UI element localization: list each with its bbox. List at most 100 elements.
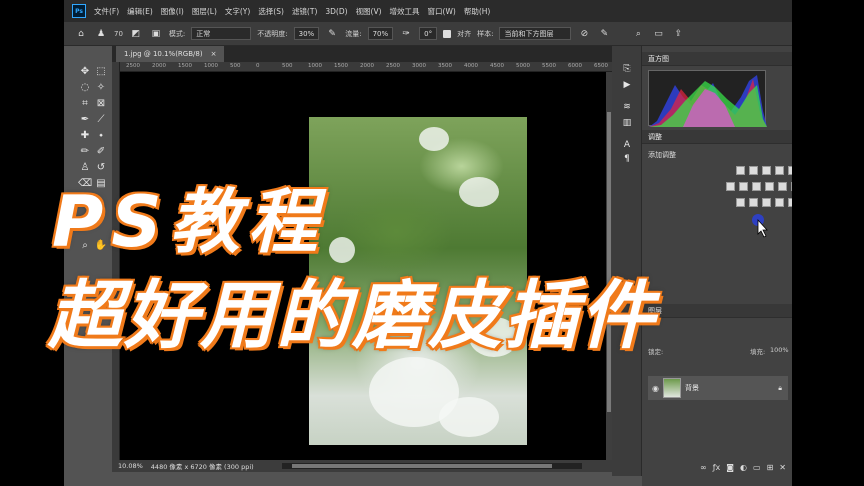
hand-tool-icon[interactable]: ✋ [94, 238, 108, 252]
canvas-area[interactable] [120, 72, 606, 460]
menu-select[interactable]: 选择(S) [258, 6, 284, 17]
menu-view[interactable]: 视图(V) [356, 6, 382, 17]
zoom-tool-icon[interactable]: ⌕ [78, 238, 92, 252]
menu-layer[interactable]: 图层(L) [192, 6, 217, 17]
histogram-panel-tab[interactable]: 直方图 [642, 52, 792, 66]
vertical-scroll-thumb[interactable] [607, 112, 611, 412]
pressure-opacity-icon[interactable]: ✎ [325, 27, 339, 41]
play-actions-icon[interactable]: ▶ [620, 78, 634, 92]
fill-input[interactable]: 100% [770, 346, 789, 354]
workspace-icon[interactable]: ▭ [651, 27, 665, 41]
ruler-tick: 5000 [516, 63, 530, 69]
brush-presets-icon[interactable]: ≋ [620, 100, 634, 114]
lock-icon[interactable]: 🔒︎ [778, 384, 782, 393]
channel-mixer-icon[interactable] [778, 182, 787, 191]
eyedropper-icon[interactable]: ✒ [78, 112, 92, 126]
ruler-tick: 4500 [490, 63, 504, 69]
new-layer-icon[interactable]: ⊞ [767, 463, 774, 472]
photoshop-logo[interactable]: Ps [72, 4, 86, 18]
trash-icon[interactable]: ✕ [779, 463, 786, 472]
levels-icon[interactable] [749, 166, 758, 175]
layers-panel-tab[interactable]: 图层 [642, 304, 792, 318]
document-tab[interactable]: 1.jpg @ 10.1%(RGB/8) × [116, 46, 225, 62]
brush-size[interactable]: 70 [114, 30, 123, 38]
menu-edit[interactable]: 编辑(E) [127, 6, 153, 17]
flow-input[interactable]: 70% [367, 27, 394, 40]
menu-file[interactable]: 文件(F) [94, 6, 119, 17]
history-icon[interactable]: ⎘ [620, 62, 634, 76]
crop-tool-icon[interactable]: ⌗ [78, 96, 92, 110]
hue-saturation-icon[interactable] [726, 182, 735, 191]
close-icon[interactable]: × [211, 50, 217, 58]
clone-source-icon[interactable]: ▣ [149, 27, 163, 41]
layer-style-icon[interactable]: ƒx [713, 463, 721, 472]
layer-mask-icon[interactable]: ◙ [726, 463, 734, 472]
exposure-icon[interactable] [775, 166, 784, 175]
document-photo[interactable] [309, 117, 527, 445]
lasso-tool-icon[interactable]: ◌ [78, 80, 92, 94]
brush-settings-icon[interactable]: ◩ [129, 27, 143, 41]
opacity-input[interactable]: 30% [293, 27, 320, 40]
menu-bar: Ps 文件(F) 编辑(E) 图像(I) 图层(L) 文字(Y) 选择(S) 滤… [64, 0, 792, 22]
align-checkbox[interactable] [443, 29, 452, 38]
black-white-icon[interactable] [752, 182, 761, 191]
eraser-icon[interactable]: ⌫ [78, 176, 92, 190]
right-panels: 直方图 调整 添加调整 图层 锁定: 填充: 100% ◉ 背景 🔒︎ ∞ ƒx… [642, 46, 792, 486]
menu-filter[interactable]: 滤镜(T) [292, 6, 317, 17]
ignore-adjustment-icon[interactable]: ⊘ [577, 27, 591, 41]
brush-tool-icon[interactable]: ✏ [78, 144, 92, 158]
photoshop-window: Ps 文件(F) 编辑(E) 图像(I) 图层(L) 文字(Y) 选择(S) 滤… [64, 0, 792, 486]
photo-blossom [419, 127, 449, 151]
link-layers-icon[interactable]: ∞ [700, 463, 707, 472]
gradient-map-icon[interactable] [788, 198, 792, 207]
frame-tool-icon[interactable]: ⊠ [94, 96, 108, 110]
menu-image[interactable]: 图像(I) [161, 6, 184, 17]
group-icon[interactable]: ▭ [753, 463, 761, 472]
eye-icon[interactable]: ◉ [652, 384, 659, 393]
posterize-icon[interactable] [749, 198, 758, 207]
home-icon[interactable]: ⌂ [74, 27, 88, 41]
healing-brush-icon[interactable]: ✚ [78, 128, 92, 142]
character-icon[interactable]: A [620, 138, 634, 152]
threshold-icon[interactable] [762, 198, 771, 207]
menu-type[interactable]: 文字(Y) [225, 6, 250, 17]
horizontal-scroll-thumb[interactable] [292, 464, 552, 468]
magic-wand-icon[interactable]: ✧ [94, 80, 108, 94]
angle-input[interactable]: 0° [419, 27, 438, 40]
history-brush-icon[interactable]: ↺ [94, 160, 108, 174]
move-tool-icon[interactable]: ✥ [78, 64, 92, 78]
clone-stamp-icon[interactable]: ♙ [78, 160, 92, 174]
stamp-tool-icon[interactable]: ♟ [94, 27, 108, 41]
adjustment-layer-icon[interactable]: ◐ [740, 463, 747, 472]
status-bar: 10.08% 4480 像素 x 6720 像素 (300 ppi) [112, 460, 634, 472]
selective-color-icon[interactable] [775, 198, 784, 207]
airbrush-icon[interactable]: ✑ [399, 27, 413, 41]
photo-filter-icon[interactable] [765, 182, 774, 191]
color-lookup-icon[interactable] [791, 182, 792, 191]
menu-plugins[interactable]: 增效工具 [390, 6, 420, 17]
menu-help[interactable]: 帮助(H) [464, 6, 491, 17]
library-icon[interactable]: ▥ [620, 116, 634, 130]
search-icon[interactable]: ⌕ [631, 27, 645, 41]
zoom-level[interactable]: 10.08% [118, 462, 143, 470]
menu-window[interactable]: 窗口(W) [428, 6, 456, 17]
brightness-icon[interactable] [736, 166, 745, 175]
curves-icon[interactable] [762, 166, 771, 175]
layer-row-background[interactable]: ◉ 背景 🔒︎ [648, 376, 788, 400]
horizontal-scrollbar[interactable] [282, 463, 582, 469]
pencil-tool-icon[interactable]: ✐ [94, 144, 108, 158]
ruler-tool-icon[interactable]: ⟋ [94, 112, 108, 126]
marquee-tool-icon[interactable]: ⬚ [94, 64, 108, 78]
invert-icon[interactable] [736, 198, 745, 207]
patch-tool-icon[interactable]: ⬩ [94, 128, 108, 142]
share-icon[interactable]: ⇪ [671, 27, 685, 41]
mode-select[interactable]: 正常 [191, 27, 252, 40]
sample-select[interactable]: 当前和下方图层 [499, 27, 572, 40]
gradient-tool-icon[interactable]: ▤ [94, 176, 108, 190]
color-balance-icon[interactable] [739, 182, 748, 191]
menu-3d[interactable]: 3D(D) [325, 7, 347, 16]
vibrance-icon[interactable] [788, 166, 792, 175]
adjustments-panel-tab[interactable]: 调整 [642, 130, 792, 144]
paragraph-icon[interactable]: ¶ [620, 152, 634, 166]
pressure-size-icon[interactable]: ✎ [597, 27, 611, 41]
